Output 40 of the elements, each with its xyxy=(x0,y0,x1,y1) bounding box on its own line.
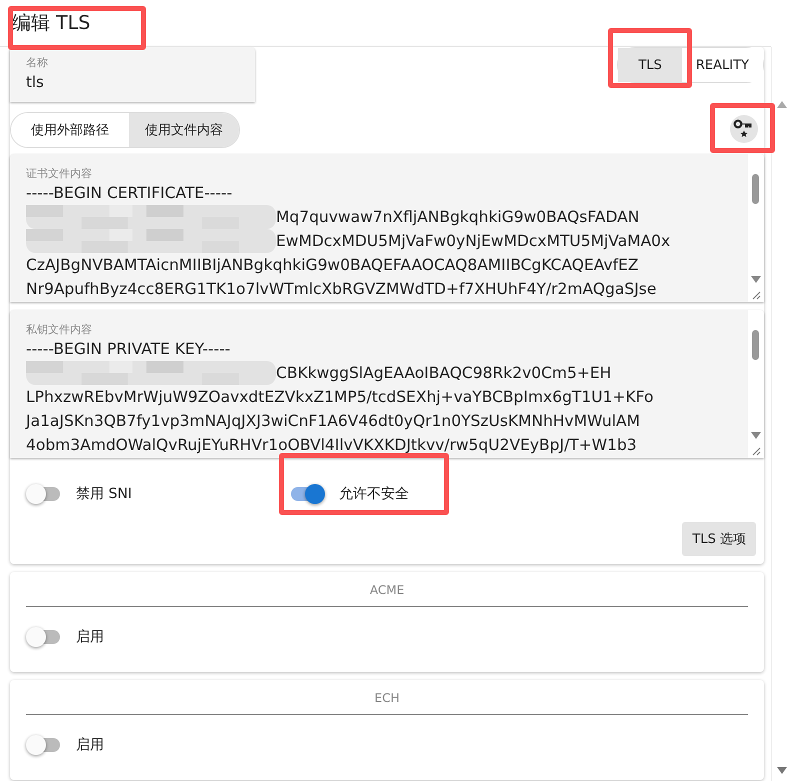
resize-grip-icon[interactable] xyxy=(750,445,761,456)
section-title: ACME xyxy=(370,583,404,597)
text-area-field[interactable] xyxy=(10,154,764,302)
name-field[interactable]: 名称 tls xyxy=(10,47,255,102)
scroll-up-icon[interactable] xyxy=(776,101,786,109)
scroll-down-icon[interactable] xyxy=(751,276,761,284)
field-label: 名称 xyxy=(26,55,49,70)
switch-label: 允许不安全 xyxy=(339,485,409,503)
name-input[interactable]: tls xyxy=(26,73,239,91)
text-line: CzAJBgNVBAMTAicnMIIBIjANBgkqhkiG9w0BAQEFAAOCAQ8AMIIBCgKCAQEAvfEZ xyxy=(26,256,639,274)
text-line: 4obm3AmdOWalQvRujEYuRHVr1oOBVl4IlvVKXKDJtkvv/rw5qU2VEyBpJ/T+W1b3 xyxy=(26,436,637,454)
text-line: Nr9ApufhByz4cc8ERG1TK1o7lvWTmlcXbRGVZMWdTD+f7XHUhF4Y/r2mAQgaSJse xyxy=(26,280,656,298)
scrollbar-thumb[interactable] xyxy=(752,330,759,360)
text-line: EwMDcxMDU5MjVaFw0yNjEwMDcxMTU5MjVaMA0x xyxy=(276,232,670,250)
switch-label: 启用 xyxy=(76,628,104,646)
toggle-switch[interactable] xyxy=(289,484,325,504)
section-title: ECH xyxy=(374,691,400,705)
source-tab[interactable]: 使用文件内容 xyxy=(129,113,239,147)
field-label: 私钥文件内容 xyxy=(26,323,92,336)
toggle-switch[interactable] xyxy=(26,627,62,647)
tls-options-button[interactable]: TLS 选项 xyxy=(682,522,756,556)
key-button[interactable] xyxy=(730,115,758,143)
text-line: Ja1aJSKn3QB7fy1vp3mNAJqJXJ3wiCnF1A6V46dt0yQr1n0YSzUsKMNhHvMWulAM xyxy=(26,412,640,430)
text-line: Mq7quvwaw7nXfljANBgkqhkiG9w0BAQsFADAN xyxy=(276,208,640,226)
scrollbar-thumb[interactable] xyxy=(752,174,759,204)
toggle-switch[interactable] xyxy=(26,735,62,755)
scroll-down-icon[interactable] xyxy=(776,767,786,775)
switch-label: 启用 xyxy=(76,736,104,754)
text-line: CBKkwggSlAgEAAoIBAQC98Rk2v0Cm5+EH xyxy=(276,364,612,382)
scroll-down-icon[interactable] xyxy=(751,432,761,440)
text-line: -----BEGIN PRIVATE KEY----- xyxy=(26,340,230,358)
text-area-field[interactable] xyxy=(10,310,764,458)
toggle-switch[interactable] xyxy=(26,484,62,504)
switch-label: 禁用 SNI xyxy=(76,485,132,503)
field-label: 证书文件内容 xyxy=(26,167,92,180)
dialog-title: 编辑 TLS xyxy=(12,12,90,34)
text-line: -----BEGIN CERTIFICATE----- xyxy=(26,184,232,202)
mode-tab[interactable]: TLS xyxy=(618,48,682,82)
resize-grip-icon[interactable] xyxy=(750,289,761,300)
text-line: LPhxzwREbvMrWjuW9ZOavxdtEZVkxZ1MP5/tcdSEXhj+vaYBCBpImx6gT1U1+KFo xyxy=(26,388,654,406)
